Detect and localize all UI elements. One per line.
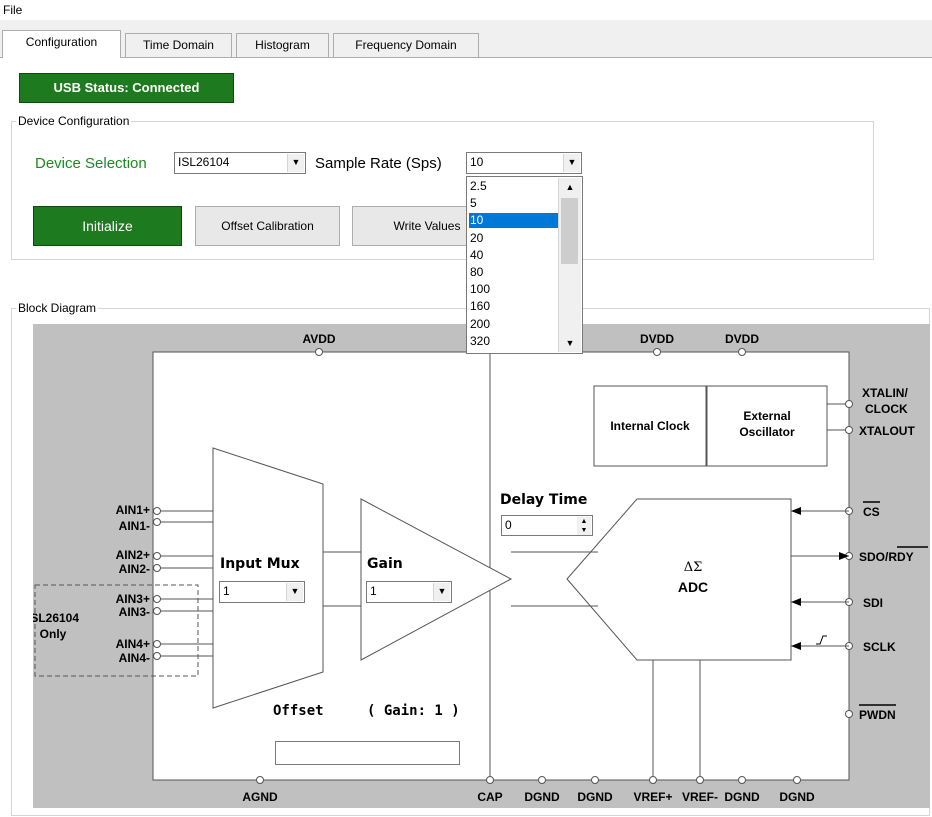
pin-ain2m: AIN2- — [119, 562, 150, 576]
pin-ain4p: AIN4+ — [116, 637, 150, 651]
device-selection-combo[interactable]: ISL26104 ▼ — [174, 152, 306, 174]
block-diagram-label: Block Diagram — [16, 301, 99, 315]
dropdown-scrollbar[interactable]: ▲ ▼ — [558, 178, 581, 352]
scroll-thumb[interactable] — [561, 198, 578, 264]
pin-xtalin: XTALIN/ — [862, 386, 908, 400]
delay-time-spinner[interactable]: 0 ▲ ▼ — [501, 515, 593, 536]
device-configuration-label: Device Configuration — [16, 114, 132, 128]
pin-dvdd-2: DVDD — [725, 332, 759, 346]
sample-rate-option[interactable]: 200 — [469, 317, 558, 332]
external-oscillator-label-1: External — [743, 409, 790, 423]
input-mux-block — [212, 447, 324, 709]
scroll-down-icon[interactable]: ▼ — [559, 334, 581, 352]
offset-calibration-button[interactable]: Offset Calibration — [195, 206, 340, 246]
pin-cs: CS — [863, 505, 880, 519]
pin-vref-minus: VREF- — [682, 790, 718, 804]
pin-avdd: AVDD — [302, 332, 335, 346]
tab-strip: Configuration Time Domain Histogram Freq… — [0, 30, 932, 60]
pin-dgnd-2: DGND — [577, 790, 613, 804]
pin-dgnd-1: DGND — [524, 790, 560, 804]
sample-rate-option[interactable]: 40 — [469, 248, 558, 263]
sample-rate-value: 10 — [470, 155, 484, 169]
scroll-up-icon[interactable]: ▲ — [559, 178, 581, 196]
pin-ain3p: AIN3+ — [116, 592, 150, 606]
sample-rate-option[interactable]: 100 — [469, 282, 558, 297]
input-mux-combo[interactable]: 1 ▼ — [219, 581, 305, 603]
pin-xtalout: XTALOUT — [859, 424, 915, 438]
chevron-down-icon[interactable]: ▼ — [563, 154, 580, 172]
pin-agnd: AGND — [242, 790, 278, 804]
sample-rate-option[interactable]: 160 — [469, 299, 558, 314]
sample-rate-label: Sample Rate (Sps) — [315, 155, 442, 172]
sample-rate-option[interactable]: 80 — [469, 265, 558, 280]
initialize-button[interactable]: Initialize — [33, 206, 182, 246]
pin-ain2p: AIN2+ — [116, 548, 150, 562]
tab-configuration[interactable]: Configuration — [2, 30, 121, 58]
gain-label: Gain — [367, 556, 403, 572]
spin-down-icon[interactable]: ▼ — [577, 526, 591, 535]
menu-file[interactable]: File — [3, 3, 22, 17]
sample-rate-combo[interactable]: 10 ▼ — [466, 152, 582, 174]
input-mux-label: Input Mux — [220, 556, 300, 572]
tab-time-domain[interactable]: Time Domain — [125, 33, 232, 57]
pin-ain1m: AIN1- — [119, 519, 150, 533]
gain-combo[interactable]: 1 ▼ — [366, 581, 452, 603]
device-selection-value: ISL26104 — [178, 155, 230, 169]
chevron-down-icon[interactable]: ▼ — [433, 583, 450, 601]
pin-vref-plus: VREF+ — [633, 790, 672, 804]
tab-frequency-domain[interactable]: Frequency Domain — [333, 33, 479, 57]
pin-sdo-rdy: SDO/RDY — [859, 550, 914, 564]
offset-input[interactable] — [275, 741, 460, 765]
adc-symbol: ΔΣ — [684, 560, 703, 575]
spin-up-icon[interactable]: ▲ — [577, 517, 591, 526]
gain-value: 1 — [370, 584, 377, 598]
sample-rate-option[interactable]: 20 — [469, 231, 558, 246]
sample-rate-dropdown[interactable]: 2.5 5 10 20 40 80 100 160 200 320 ▲ ▼ — [466, 176, 583, 354]
pin-dgnd-3: DGND — [724, 790, 760, 804]
delay-time-value: 0 — [505, 518, 512, 532]
chevron-down-icon[interactable]: ▼ — [286, 583, 303, 601]
menu-bar: File — [0, 0, 932, 20]
sample-rate-option[interactable]: 320 — [469, 334, 558, 349]
pin-ain1p: AIN1+ — [116, 503, 150, 517]
chevron-down-icon[interactable]: ▼ — [287, 154, 304, 172]
gain-info-label: ( Gain: 1 ) — [367, 703, 460, 719]
offset-label: Offset — [273, 703, 324, 719]
sample-rate-option[interactable]: 2.5 — [469, 179, 558, 194]
isl26104-only-label-1: ISL26104 — [33, 611, 79, 625]
pin-ain4m: AIN4- — [119, 651, 150, 665]
usb-status-button[interactable]: USB Status: Connected — [19, 73, 234, 103]
block-diagram: AVDD DVDD DVDD Internal Clock External O… — [33, 324, 930, 808]
adc-label: ADC — [678, 579, 708, 595]
pin-pwdn: PWDN — [859, 708, 896, 722]
pin-cap: CAP — [477, 790, 502, 804]
pin-ain3m: AIN3- — [119, 605, 150, 619]
device-selection-label: Device Selection — [35, 155, 147, 172]
input-mux-value: 1 — [223, 584, 230, 598]
pin-sclk: SCLK — [863, 640, 896, 654]
pin-dvdd-1: DVDD — [640, 332, 674, 346]
isl26104-only-label-2: Only — [40, 627, 67, 641]
internal-clock-label: Internal Clock — [610, 419, 690, 433]
pin-clock: CLOCK — [865, 402, 908, 416]
pin-dgnd-4: DGND — [779, 790, 815, 804]
external-oscillator-label-2: Oscillator — [739, 425, 795, 439]
tab-histogram[interactable]: Histogram — [236, 33, 329, 57]
sample-rate-option[interactable]: 10 — [469, 213, 558, 229]
sample-rate-option[interactable]: 5 — [469, 196, 558, 211]
delay-time-label: Delay Time — [500, 492, 587, 508]
pin-sdi: SDI — [863, 596, 883, 610]
